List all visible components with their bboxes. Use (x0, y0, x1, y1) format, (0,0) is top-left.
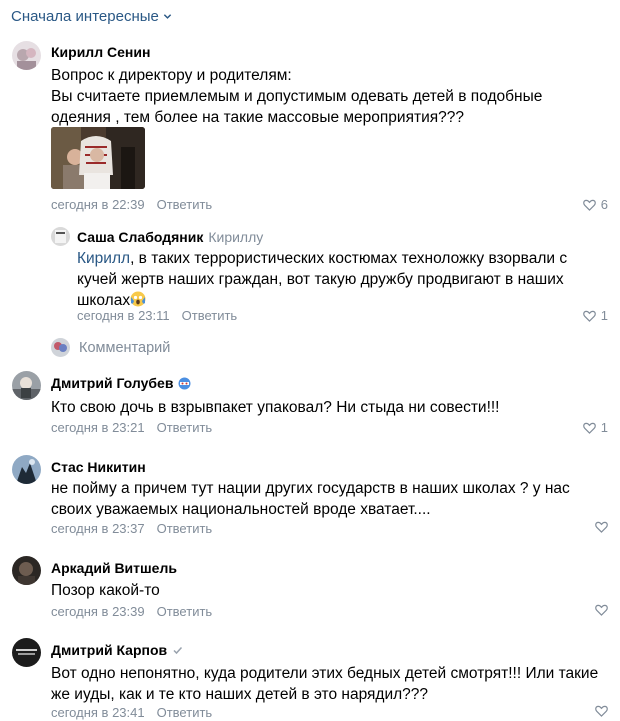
comment-line: школах (77, 292, 131, 309)
author-name-text: Аркадий Витшель (51, 560, 177, 576)
heart-outline-icon (595, 604, 608, 616)
reply-to-label[interactable]: Кириллу (208, 229, 263, 245)
comment-line: Вы считаете приемлемым и допустимым одев… (51, 88, 543, 105)
comment-line: кучей жертв наших граждан, вот такую дру… (77, 271, 564, 288)
author-name-text: Стас Никитин (51, 459, 146, 475)
comment-date[interactable]: сегодня в 23:39 (51, 604, 145, 619)
chevron-down-icon (163, 13, 172, 19)
add-comment-button[interactable]: Комментарий (51, 338, 170, 357)
author-name-text: Дмитрий Карпов (51, 642, 168, 658)
comment-line: же иуды, как и те кто наших детей в это … (51, 686, 429, 703)
like-count: 1 (600, 308, 608, 323)
comment-meta: сегодня в 23:37 Ответить (51, 521, 212, 536)
sort-dropdown[interactable]: Сначала интересные (11, 6, 172, 26)
reply-button[interactable]: Ответить (157, 604, 213, 619)
comment-line: , в таких террористических костюмах техн… (130, 250, 568, 267)
reply-button[interactable]: Ответить (182, 308, 238, 323)
verified-check-icon (173, 646, 183, 654)
author-name-text: Кирилл Сенин (51, 44, 151, 60)
scream-emoji-icon (130, 291, 146, 307)
avatar[interactable] (12, 371, 41, 400)
comment-date[interactable]: сегодня в 23:21 (51, 420, 145, 435)
heart-outline-icon (582, 310, 596, 322)
comment-meta: сегодня в 23:21 Ответить (51, 420, 212, 435)
author-name[interactable]: Стас Никитин (51, 459, 146, 475)
reply-button[interactable]: Ответить (157, 197, 213, 212)
comment-date[interactable]: сегодня в 23:11 (77, 308, 170, 323)
avatar[interactable] (12, 455, 41, 484)
like-button[interactable]: 1 (582, 420, 608, 435)
comment-text: Позор какой-то (51, 580, 160, 601)
author-name[interactable]: Аркадий Витшель (51, 560, 177, 576)
author-name[interactable]: Дмитрий Карпов (51, 642, 183, 658)
avatar[interactable] (12, 41, 41, 70)
author-name-text: Дмитрий Голубев (51, 375, 174, 391)
like-button[interactable]: 6 (582, 197, 608, 212)
heart-outline-icon (582, 199, 596, 211)
comment-date[interactable]: сегодня в 22:39 (51, 197, 145, 212)
like-count: 6 (600, 197, 608, 212)
author-name[interactable]: Кирилл Сенин (51, 44, 150, 60)
heart-outline-icon (595, 705, 608, 717)
blue-emoji-icon (178, 377, 191, 389)
comment-line: Позор какой-то (51, 582, 160, 599)
comment-text: не пойму а причем тут нации других госуд… (51, 478, 570, 520)
comment-line: Вопрос к директору и родителям: (51, 67, 292, 84)
comment-meta: сегодня в 23:41 Ответить (51, 705, 212, 720)
comment-meta: сегодня в 22:39 Ответить (51, 197, 212, 212)
heart-outline-icon (582, 422, 596, 434)
comment-text: Кто свою дочь в взрывпакет упаковал? Ни … (51, 397, 500, 418)
avatar[interactable] (51, 227, 70, 246)
mention-link[interactable]: Кирилл (77, 250, 130, 267)
reply-button[interactable]: Ответить (157, 705, 213, 720)
comment-line: не пойму а причем тут нации других госуд… (51, 480, 570, 497)
avatar[interactable] (12, 556, 41, 585)
add-comment-label: Комментарий (79, 339, 171, 356)
author-name-text: Саша Слабодяник (77, 229, 204, 245)
comment-text: Вопрос к директору и родителям: Вы счита… (51, 65, 542, 128)
author-name[interactable]: Дмитрий Голубев (51, 375, 191, 391)
like-button[interactable] (595, 705, 608, 717)
like-count: 1 (600, 420, 608, 435)
comment-meta: сегодня в 23:11 Ответить (77, 308, 237, 323)
comment-date[interactable]: сегодня в 23:37 (51, 521, 145, 536)
like-button[interactable]: 1 (582, 308, 608, 323)
user-avatar-icon (51, 338, 70, 357)
sort-label: Сначала интересные (11, 7, 159, 25)
like-button[interactable] (595, 604, 608, 616)
comment-line: одеяния , тем более на такие массовые ме… (51, 109, 464, 126)
comment-text: Кирилл, в таких террористических костюма… (77, 248, 567, 311)
heart-outline-icon (595, 521, 608, 533)
author-name[interactable]: Саша Слабодяник Кириллу (77, 229, 263, 245)
reply-button[interactable]: Ответить (157, 420, 213, 435)
comment-text: Вот одно непонятно, куда родители этих б… (51, 663, 598, 705)
comment-date[interactable]: сегодня в 23:41 (51, 705, 145, 720)
avatar[interactable] (12, 638, 41, 667)
comment-line: своих уважаемых национальностей вроде хв… (51, 501, 431, 518)
comment-line: Вот одно непонятно, куда родители этих б… (51, 665, 599, 682)
attached-photo[interactable] (51, 127, 145, 189)
comment-line: Кто свою дочь в взрывпакет упаковал? Ни … (51, 399, 500, 416)
comment-meta: сегодня в 23:39 Ответить (51, 604, 212, 619)
reply-button[interactable]: Ответить (157, 521, 213, 536)
like-button[interactable] (595, 521, 608, 533)
